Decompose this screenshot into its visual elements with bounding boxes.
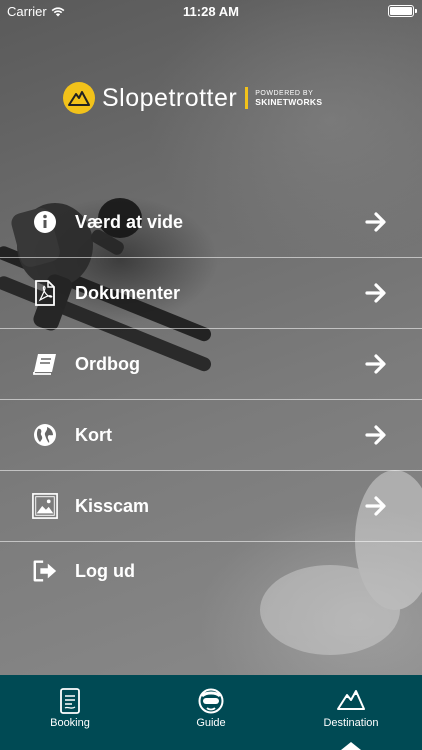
- powered-line2: SKINETWORKS: [255, 96, 323, 107]
- menu-item-label: Log ud: [75, 560, 135, 581]
- pdf-document-icon: [32, 280, 58, 306]
- arrow-right-icon: [365, 425, 386, 445]
- powered-by: POWDERED BY SKINETWORKS: [255, 89, 322, 108]
- tab-guide[interactable]: Guide: [141, 675, 281, 750]
- menu-item-kisscam[interactable]: Kisscam: [0, 471, 422, 542]
- logo-divider: [245, 87, 249, 109]
- menu-item-label: Værd at vide: [75, 211, 184, 232]
- tab-destination[interactable]: Destination: [281, 675, 421, 750]
- tab-label: Guide: [196, 717, 226, 729]
- clock: 11:28 AM: [183, 4, 239, 19]
- guide-face-icon: [141, 688, 281, 714]
- status-bar: Carrier 11:28 AM: [0, 0, 422, 22]
- menu-item-label: Dokumenter: [75, 282, 181, 303]
- mountain-icon: [281, 688, 421, 714]
- menu-item-vaerd-at-vide[interactable]: Værd at vide: [0, 187, 422, 258]
- tab-label: Destination: [323, 717, 379, 729]
- selected-indicator: [341, 742, 361, 750]
- menu-item-label: Kisscam: [75, 495, 150, 516]
- logout-icon: [32, 558, 58, 584]
- arrow-right-icon: [365, 496, 386, 516]
- tab-booking[interactable]: Booking: [0, 675, 140, 750]
- menu-item-dokumenter[interactable]: Dokumenter: [0, 258, 422, 329]
- tab-label: Booking: [50, 717, 90, 729]
- battery-icon: [388, 5, 417, 17]
- arrow-right-icon: [365, 354, 386, 374]
- image-icon: [32, 493, 58, 519]
- menu-item-label: Kort: [75, 424, 112, 445]
- book-icon: [32, 351, 58, 377]
- arrow-right-icon: [365, 212, 386, 232]
- globe-icon: [32, 422, 58, 448]
- app-logo: Slopetrotter POWDERED BY SKINETWORKS: [63, 82, 322, 114]
- booking-document-icon: [0, 688, 140, 714]
- menu-item-kort[interactable]: Kort: [0, 400, 422, 471]
- logo-name: Slopetrotter: [102, 83, 238, 112]
- menu-item-label: Ordbog: [75, 353, 140, 374]
- arrow-right-icon: [365, 283, 386, 303]
- menu-item-log-ud[interactable]: Log ud: [0, 542, 422, 600]
- menu-item-ordbog[interactable]: Ordbog: [0, 329, 422, 400]
- menu-list: Værd at vide Dokumenter Ordbog Kort Kiss…: [0, 187, 422, 600]
- mountain-badge-icon: [63, 82, 95, 114]
- info-icon: [32, 209, 58, 235]
- tab-bar: Booking Guide Destination: [0, 675, 422, 750]
